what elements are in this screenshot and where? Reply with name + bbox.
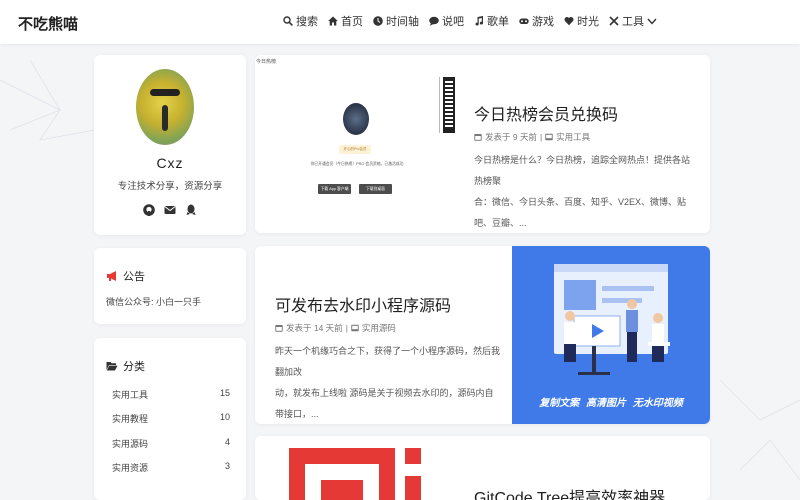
thumbnail-avatar	[343, 103, 369, 135]
category-icon	[351, 324, 359, 332]
thumbnail-divider	[439, 77, 440, 133]
post-time: 发表于 9 天前	[485, 132, 537, 142]
thumbnail-badge: 开心的Pro会员	[339, 145, 371, 154]
clock-icon	[373, 16, 383, 26]
meta-divider: |	[539, 132, 543, 142]
chat-icon	[429, 16, 439, 26]
category-item[interactable]: 实用教程 10	[112, 412, 230, 436]
post-category[interactable]: 实用源码	[362, 322, 396, 334]
github-icon[interactable]	[143, 204, 155, 216]
meta-divider: |	[345, 323, 348, 333]
nav-label: 说吧	[442, 16, 464, 28]
category-item[interactable]: 实用源码 4	[112, 437, 230, 461]
home-icon	[328, 16, 338, 26]
category-name: 实用资源	[112, 462, 149, 473]
post-thumbnail[interactable]: 今日热榜 开心的Pro会员 你已开通会员（今日热榜）PRO 会员资格，已激活成功…	[255, 55, 455, 233]
profile-bio: 专注技术分享，资源分享	[117, 181, 223, 192]
category-card: 分类 实用工具 15 实用教程 10 实用源码 4 实用资源 3	[94, 338, 246, 500]
thumbnail-caption: 复制文案 高清图片 无水印视频	[539, 398, 683, 409]
music-icon	[475, 16, 484, 26]
category-item[interactable]: 实用资源 3	[112, 461, 230, 485]
post-card[interactable]: 可发布去水印小程序源码 发表于 14 天前 | 实用源码 昨天一个机缘巧合之下，…	[255, 246, 710, 424]
calendar-icon	[275, 325, 283, 332]
excerpt-line: 动，就发布上线啦 源码是关于视频去水印的，源码内自带接口，...	[275, 388, 494, 419]
category-icon	[545, 133, 553, 141]
tools-icon	[609, 16, 619, 26]
megaphone-icon	[107, 271, 116, 281]
thumbnail-text: 你已开通会员（今日热榜）PRO 会员资格，已激活成功	[310, 162, 404, 166]
calendar-icon	[474, 134, 482, 141]
nav-item-home[interactable]: 首页	[328, 13, 363, 29]
social-links	[94, 204, 246, 216]
notice-text: 微信公众号: 小白一只手	[106, 297, 202, 307]
category-list: 实用工具 15 实用教程 10 实用源码 4 实用资源 3	[112, 388, 230, 485]
nav-item-search[interactable]: 搜索	[283, 13, 318, 29]
nav-item-talk[interactable]: 说吧	[429, 13, 464, 29]
category-count: 15	[219, 388, 230, 398]
notice-header: 公告	[106, 268, 145, 284]
category-item[interactable]: 实用工具 15	[112, 388, 230, 412]
search-icon	[283, 16, 293, 26]
nav-item-games[interactable]: 游戏	[519, 13, 554, 29]
nav-label: 游戏	[532, 16, 554, 28]
avatar[interactable]	[136, 69, 194, 145]
nav-label: 时光	[577, 16, 599, 28]
post-excerpt: 昨天一个机缘巧合之下，获得了一个小程序源码，然后我翻加改 动，就发布上线啦 源码…	[275, 341, 500, 424]
top-navbar: 不吃熊喵 搜索 首页 时间轴 说吧 歌单 游戏 时光 工具	[0, 0, 800, 44]
notice-title: 公告	[123, 271, 145, 283]
category-name: 实用源码	[112, 438, 149, 449]
post-title[interactable]: 今日热榜会员兑换码	[474, 101, 618, 125]
mail-icon[interactable]	[164, 204, 176, 216]
category-count: 3	[224, 460, 230, 471]
post-meta: 发表于 14 天前 | 实用源码	[275, 322, 396, 334]
thumbnail-button: 下载到桌面	[359, 184, 392, 194]
category-name: 实用工具	[112, 390, 149, 400]
heart-icon	[564, 17, 574, 26]
post-excerpt: 今日热榜是什么？今日热榜，追踪全网热点！提供各站热榜聚 合：微信、今日头条、百度…	[474, 150, 694, 233]
excerpt-line: 昨天一个机缘巧合之下，获得了一个小程序源码，然后我翻加改	[275, 346, 501, 377]
notice-card: 公告 微信公众号: 小白一只手	[94, 248, 246, 324]
category-header: 分类	[106, 358, 145, 374]
gamepad-icon	[519, 18, 529, 24]
post-card[interactable]: GitCode Tree提高效率神器	[255, 436, 710, 500]
nav-item-moments[interactable]: 时光	[564, 13, 599, 29]
post-category[interactable]: 实用工具	[556, 131, 590, 143]
site-logo[interactable]: 不吃熊喵	[18, 13, 78, 34]
post-meta: 发表于 9 天前 | 实用工具	[474, 131, 590, 143]
post-card[interactable]: 今日热榜 开心的Pro会员 你已开通会员（今日热榜）PRO 会员资格，已激活成功…	[255, 55, 710, 233]
profile-card: Cxz 专注技术分享，资源分享	[94, 55, 246, 235]
post-title[interactable]: GitCode Tree提高效率神器	[474, 484, 665, 500]
nav-label: 时间轴	[386, 16, 419, 28]
post-title[interactable]: 可发布去水印小程序源码	[275, 292, 451, 316]
folder-open-icon	[106, 362, 118, 371]
excerpt-line: 合：微信、今日头条、百度、知乎、V2EX、微博、贴吧、豆瓣、...	[474, 197, 687, 228]
thumbnail-label: 今日热榜	[256, 59, 277, 65]
thumbnail-button: 下载 App 客户端	[318, 184, 351, 194]
nav-item-timeline[interactable]: 时间轴	[373, 13, 419, 29]
category-name: 实用教程	[112, 414, 149, 425]
post-thumbnail[interactable]	[255, 436, 455, 500]
post-thumbnail[interactable]: 复制文案 高清图片 无水印视频	[512, 246, 710, 424]
thumbnail-qr-strip	[443, 77, 455, 133]
nav-label: 首页	[341, 16, 363, 28]
category-count: 10	[219, 412, 230, 423]
category-title: 分类	[123, 361, 145, 373]
gitcode-logo	[289, 448, 421, 500]
nav-label: 工具	[622, 16, 644, 28]
chevron-down-icon	[647, 18, 657, 25]
nav-item-tools[interactable]: 工具	[609, 13, 657, 29]
nav-label: 歌单	[487, 16, 509, 28]
nav-label: 搜索	[296, 16, 318, 28]
category-count: 4	[224, 436, 230, 447]
qq-icon[interactable]	[185, 204, 197, 216]
nav-item-playlist[interactable]: 歌单	[474, 13, 509, 29]
excerpt-line: 今日热榜是什么？今日热榜，追踪全网热点！提供各站热榜聚	[474, 155, 691, 186]
profile-name: Cxz	[156, 155, 184, 171]
post-time: 发表于 14 天前	[286, 323, 343, 333]
main-menu: 搜索 首页 时间轴 说吧 歌单 游戏 时光 工具	[283, 13, 657, 29]
